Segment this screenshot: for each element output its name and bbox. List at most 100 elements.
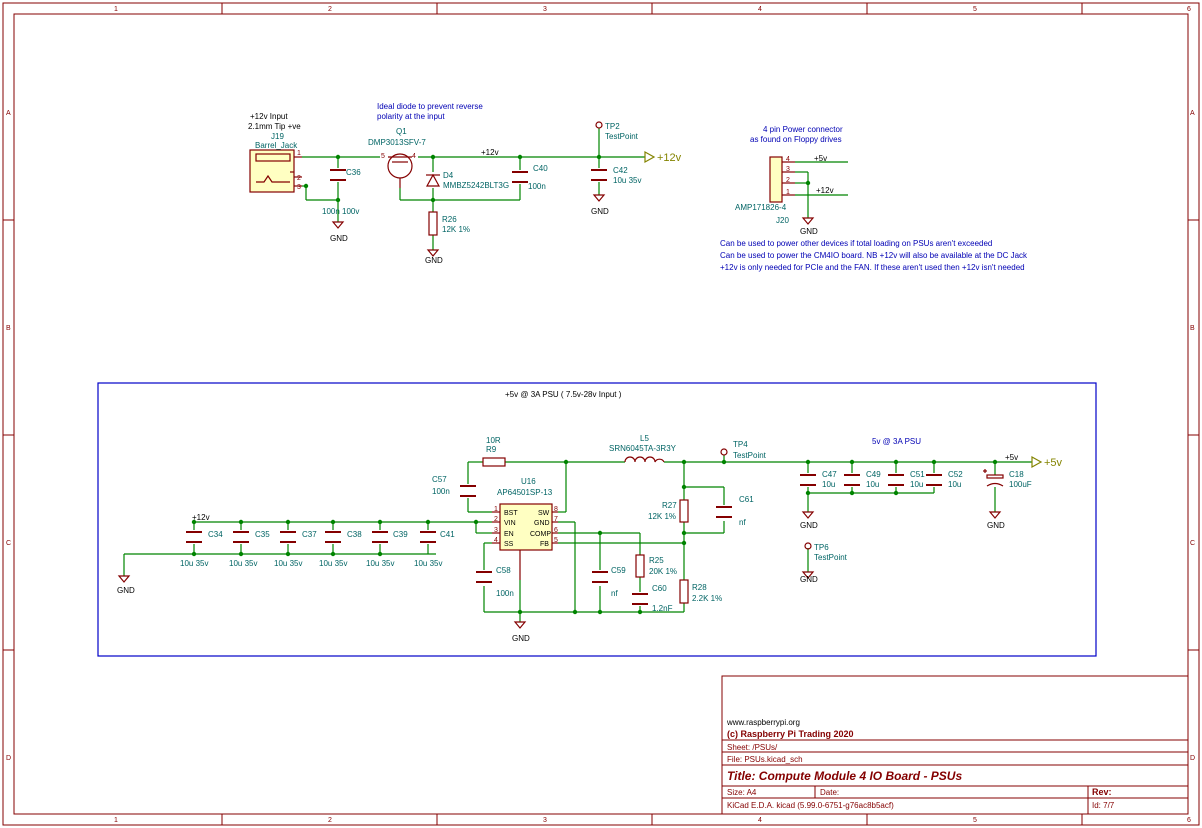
tb-id: Id: 7/7 <box>1092 801 1115 810</box>
u16-pin-en: EN <box>504 531 514 538</box>
pin-number: 1 <box>297 150 301 157</box>
col-label: 1 <box>114 817 118 824</box>
gnd-label: GND <box>800 521 818 530</box>
c51-value: 10u <box>910 480 923 489</box>
j20-ref: J20 <box>776 216 789 225</box>
c41-value: 10u 35v <box>414 559 442 568</box>
testpoint-tp4 <box>720 448 728 456</box>
inductor-l5 <box>624 456 665 463</box>
pin-number: 3 <box>297 184 301 191</box>
gnd-label: GND <box>800 227 818 236</box>
capacitor-c36 <box>330 169 346 181</box>
pin-number: 4 <box>786 156 790 163</box>
capacitor-c61 <box>716 506 732 518</box>
pin-number: 4 <box>494 537 498 544</box>
pin-number: 3 <box>786 166 790 173</box>
pin-number: 2 <box>494 516 498 523</box>
c57-ref: C57 <box>432 475 447 484</box>
u16-pin-fb: FB <box>540 541 549 548</box>
resistor-r26 <box>428 211 438 236</box>
u16-pin-bst: BST <box>504 510 518 517</box>
col-label: 6 <box>1187 817 1191 824</box>
power-12v-label: +12v <box>657 152 682 164</box>
r26-value: 12K 1% <box>442 225 470 234</box>
tp2-ref: TP2 <box>605 122 620 131</box>
capacitor-c57 <box>460 485 476 497</box>
tb-rev: Rev: <box>1092 787 1112 797</box>
row-label: A <box>1190 110 1195 117</box>
resistor-r25 <box>635 554 645 578</box>
capacitor-c18 <box>983 469 1004 487</box>
psu-gnd-symbols <box>117 511 1002 629</box>
j19-value: Barrel_Jack <box>255 141 298 150</box>
pin-number: 1 <box>786 189 790 196</box>
c35-value: 10u 35v <box>229 559 257 568</box>
c38-value: 10u 35v <box>319 559 347 568</box>
capacitor-c40 <box>512 171 528 183</box>
tp4-value: TestPoint <box>733 451 767 460</box>
psu-section: +5v @ 3A PSU ( 7.5v-28v Input ) 5v @ 3A … <box>117 390 1063 643</box>
resistor-r28 <box>679 579 689 604</box>
r9-ref: R9 <box>486 445 497 454</box>
c18-value: 100uF <box>1009 480 1032 489</box>
row-label: B <box>1190 325 1195 332</box>
tb-date: Date: <box>820 788 839 797</box>
c58-ref: C58 <box>496 566 511 575</box>
c40-ref: C40 <box>533 164 548 173</box>
row-label: C <box>1190 540 1195 547</box>
u16-pin-comp: COMP <box>530 531 551 538</box>
frame-labels: 1 2 3 4 5 6 1 2 3 4 5 6 A B C D A B C D <box>6 6 1195 824</box>
col-label: 3 <box>543 817 547 824</box>
tb-title: Title: Compute Module 4 IO Board - PSUs <box>727 769 962 783</box>
pin-number: 7 <box>554 516 558 523</box>
d4-ref: D4 <box>443 171 454 180</box>
c58-value: 100n <box>496 589 514 598</box>
pin-number: 6 <box>554 527 558 534</box>
r25-ref: R25 <box>649 556 664 565</box>
psu-output-label: 5v @ 3A PSU <box>872 437 921 446</box>
c18-ref: C18 <box>1009 470 1024 479</box>
schematic-sheet: 1 2 3 4 5 6 1 2 3 4 5 6 A B C D A B C D <box>2 2 1200 826</box>
capacitor-c42 <box>591 169 607 181</box>
r26-ref: R26 <box>442 215 457 224</box>
net-label-5v: +5v <box>1005 453 1018 462</box>
connector-j20-body <box>769 156 783 203</box>
u16-value: AP64501SP-13 <box>497 488 553 497</box>
u16-ref: U16 <box>521 477 536 486</box>
usage-note-line2: Can be used to power the CM4IO board. NB… <box>720 251 1028 260</box>
psu-heading: +5v @ 3A PSU ( 7.5v-28v Input ) <box>505 390 622 399</box>
psu-section-box <box>97 382 1097 657</box>
j20-note-line1: 4 pin Power connector <box>763 125 843 134</box>
c34-value: 10u 35v <box>180 559 208 568</box>
r27-ref: R27 <box>662 501 677 510</box>
row-label: D <box>1190 755 1195 762</box>
gnd-label: GND <box>591 207 609 216</box>
u16-pin-gnd: GND <box>534 520 550 527</box>
usage-note-line3: +12v is only needed for PCIe and the FAN… <box>720 263 1025 272</box>
capacitor-c58 <box>476 571 492 583</box>
net-label-12v: +12v <box>816 186 834 195</box>
j19-note-line2: 2.1mm Tip +ve <box>248 122 301 131</box>
c60-ref: C60 <box>652 584 667 593</box>
gnd-label: GND <box>330 234 348 243</box>
tb-sheet: Sheet: /PSUs/ <box>727 743 778 752</box>
c61-value: nf <box>739 518 746 527</box>
pin-number: 4 <box>412 153 416 160</box>
diode-note-line2: polarity at the input <box>377 112 445 121</box>
col-label: 3 <box>543 6 547 13</box>
row-label: A <box>6 110 11 117</box>
barrel-jack-j19 <box>249 149 302 193</box>
c36-ref: C36 <box>346 168 361 177</box>
c52-value: 10u <box>948 480 961 489</box>
r28-ref: R28 <box>692 583 707 592</box>
gnd-label: GND <box>425 256 443 265</box>
c59-value: nf <box>611 589 618 598</box>
u16-pin-ss: SS <box>504 541 514 548</box>
net-label-12v: +12v <box>192 513 210 522</box>
j20-value: AMP171826-4 <box>735 203 787 212</box>
zener-d4 <box>425 173 441 187</box>
col-label: 2 <box>328 6 332 13</box>
tp6-value: TestPoint <box>814 553 848 562</box>
l5-value: SRN6045TA-3R3Y <box>609 444 677 453</box>
col-label: 5 <box>973 6 977 13</box>
